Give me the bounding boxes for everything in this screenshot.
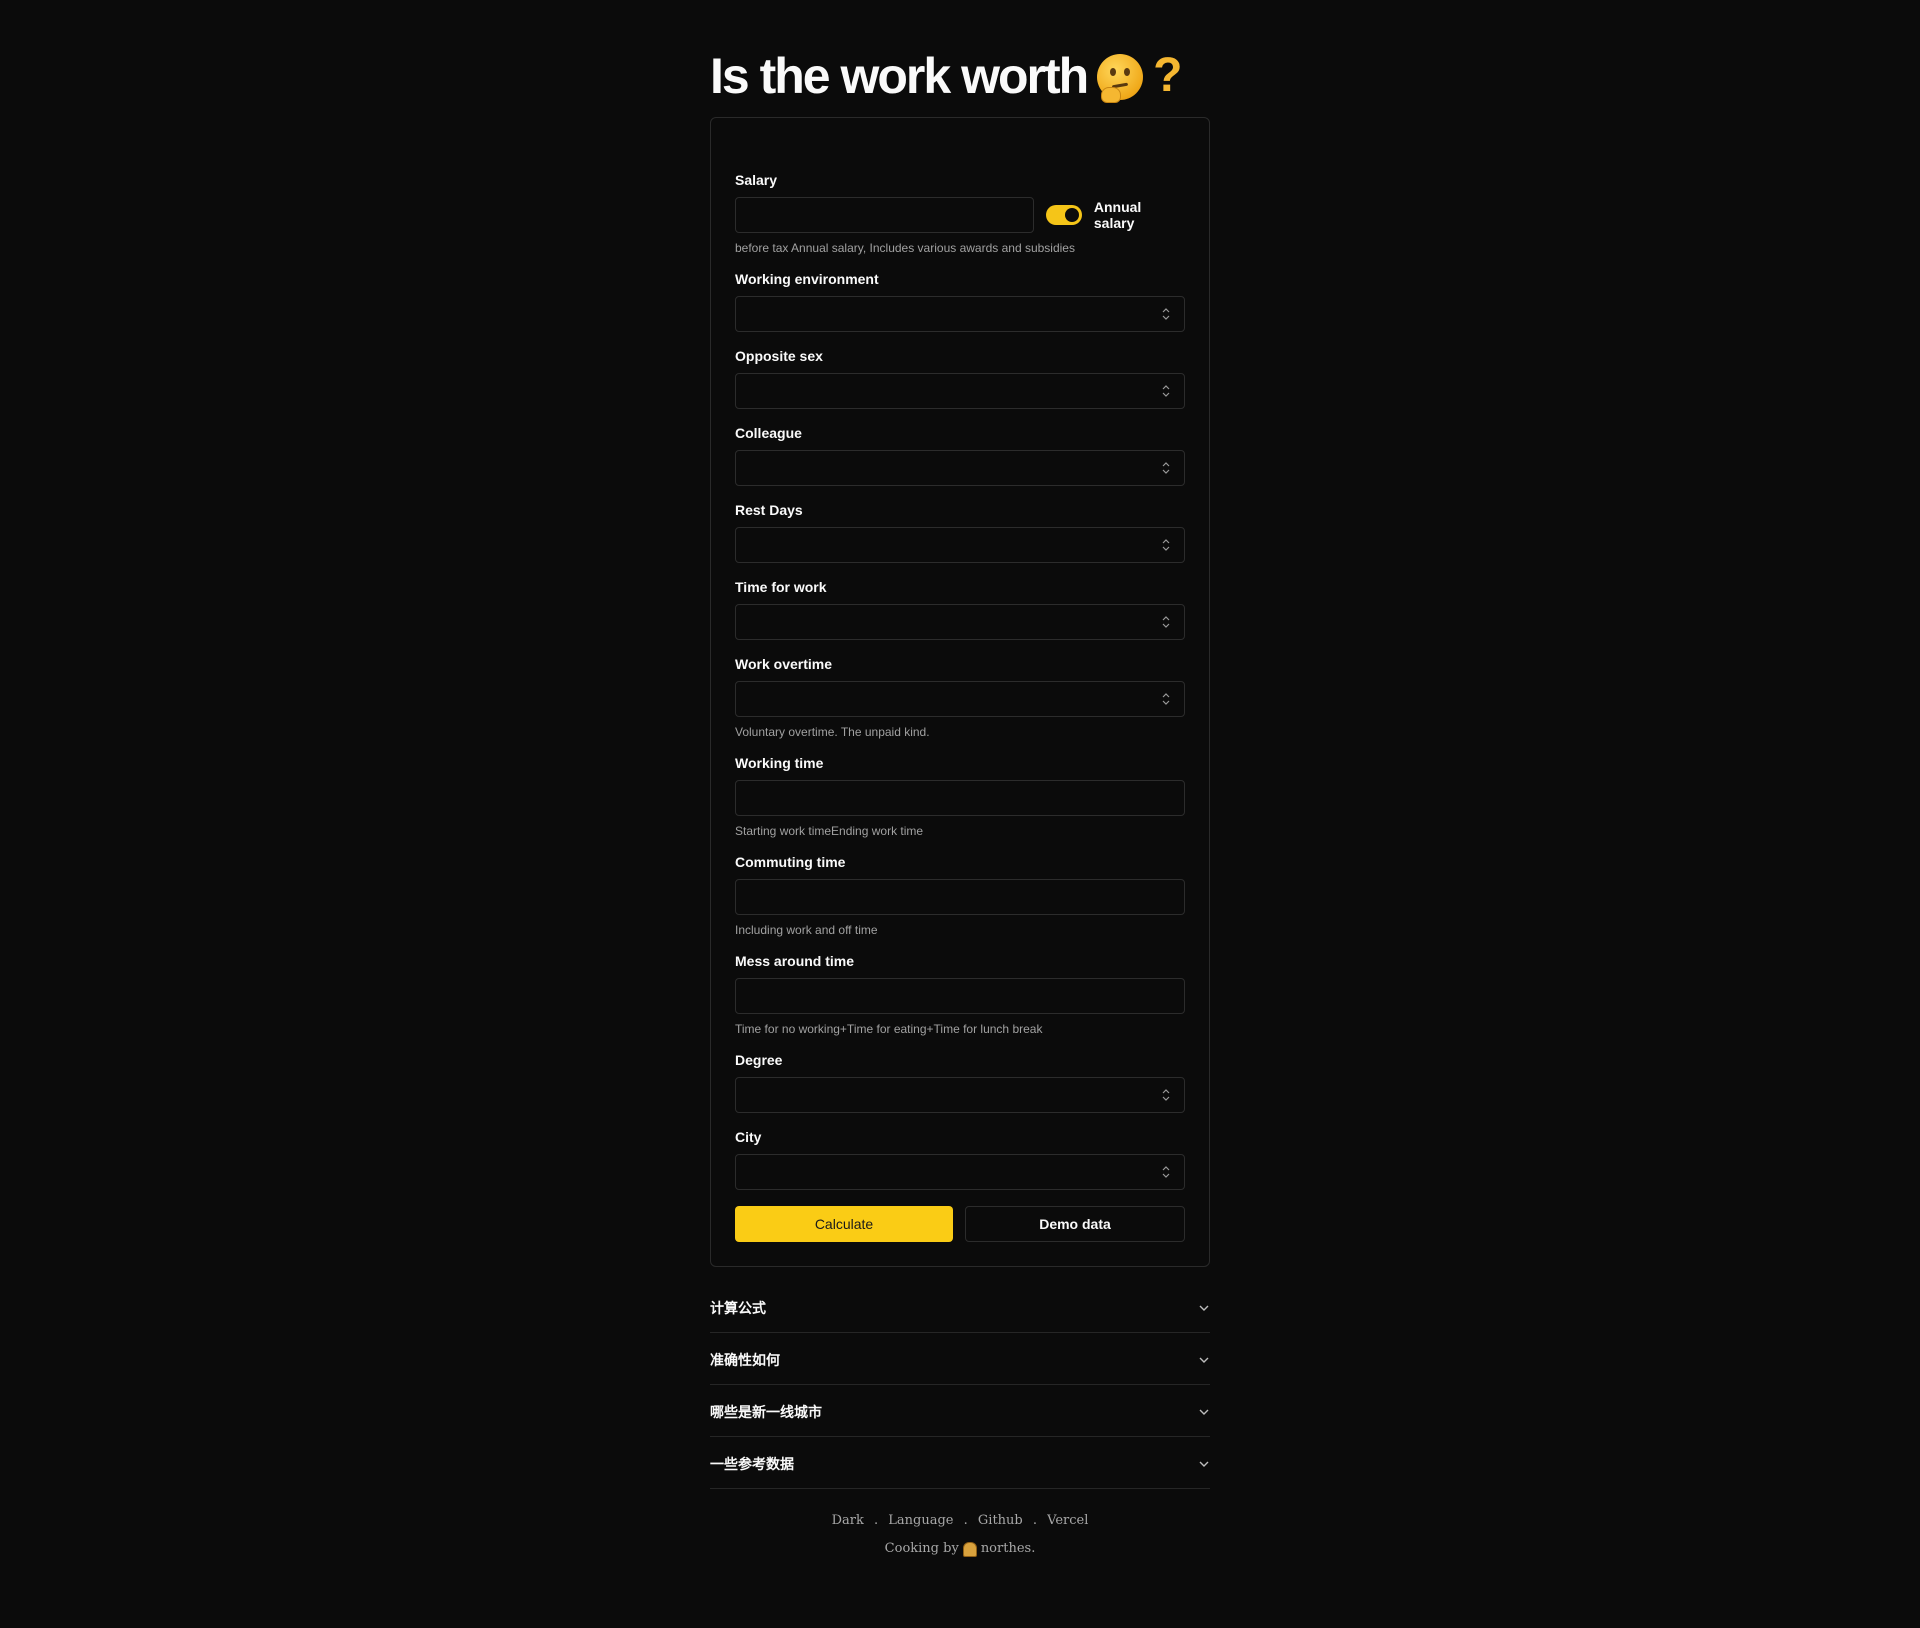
toggle-knob: [1064, 208, 1079, 222]
chevron-up-down-icon: [1162, 308, 1170, 320]
chevron-up-down-icon: [1162, 616, 1170, 628]
form-actions: Calculate Demo data: [735, 1206, 1185, 1242]
chevron-down-icon: [1199, 1461, 1209, 1467]
accordion-item-label: 准确性如何: [710, 1351, 780, 1368]
salary-hint: before tax Annual salary, Includes vario…: [735, 241, 1075, 255]
accordion-item-label: 哪些是新一线城市: [710, 1403, 822, 1420]
chevron-up-down-icon: [1162, 693, 1170, 705]
chevron-up-down-icon: [1162, 539, 1170, 551]
worth-form: Salary Annual salary before tax Annual s…: [710, 117, 1210, 1267]
time-for-work-field: Time for work: [735, 579, 1185, 640]
working-time-hint: Starting work timeEnding work time: [735, 824, 924, 838]
mess-around-time-input[interactable]: [735, 978, 1185, 1014]
time-for-work-select[interactable]: [735, 604, 1185, 640]
chevron-up-down-icon: [1162, 385, 1170, 397]
salary-label: Salary: [735, 172, 778, 188]
work-overtime-select[interactable]: [735, 681, 1185, 717]
opposite-sex-label: Opposite sex: [735, 348, 823, 364]
chevron-down-icon: [1199, 1409, 1209, 1415]
page-title: Is the work worth ?: [710, 0, 1210, 104]
footer-link-language[interactable]: Language: [888, 1513, 953, 1528]
faq-accordion: 计算公式 准确性如何 哪些是新一线城市 一些参考数据: [710, 1281, 1210, 1489]
title-text: Is the work worth: [710, 48, 1089, 104]
opposite-sex-select[interactable]: [735, 373, 1185, 409]
working-environment-label: Working environment: [735, 271, 879, 287]
footer-credit: Cooking by northes.: [710, 1539, 1210, 1559]
cooking-by-text: Cooking by: [884, 1541, 959, 1556]
footer-separator: .: [873, 1513, 879, 1528]
accordion-item-formula[interactable]: 计算公式: [710, 1281, 1210, 1333]
degree-field: Degree: [735, 1052, 1185, 1113]
bread-icon: [962, 1541, 977, 1557]
demo-data-button[interactable]: Demo data: [965, 1206, 1185, 1242]
work-overtime-field: Work overtime Voluntary overtime. The un…: [735, 656, 1185, 739]
accordion-item-label: 一些参考数据: [710, 1455, 794, 1472]
question-mark-icon: ?: [1153, 49, 1183, 102]
commuting-time-field: Commuting time Including work and off ti…: [735, 854, 1185, 937]
degree-label: Degree: [735, 1052, 783, 1068]
annual-salary-toggle[interactable]: [1045, 205, 1082, 225]
city-select[interactable]: [735, 1154, 1185, 1190]
work-overtime-label: Work overtime: [735, 656, 832, 672]
work-overtime-hint: Voluntary overtime. The unpaid kind.: [735, 725, 930, 739]
footer: Dark . Language . Github . Vercel Cookin…: [710, 1511, 1210, 1559]
working-environment-select[interactable]: [735, 296, 1185, 332]
city-field: City: [735, 1129, 1185, 1190]
chevron-up-down-icon: [1162, 1166, 1170, 1178]
working-time-label: Working time: [735, 755, 824, 771]
footer-link-github[interactable]: Github: [978, 1513, 1023, 1528]
accordion-item-new-tier1-cities[interactable]: 哪些是新一线城市: [710, 1385, 1210, 1437]
colleague-label: Colleague: [735, 425, 802, 441]
rest-days-select[interactable]: [735, 527, 1185, 563]
footer-links: Dark . Language . Github . Vercel: [710, 1511, 1210, 1531]
chevron-down-icon: [1199, 1357, 1209, 1363]
opposite-sex-field: Opposite sex: [735, 348, 1185, 409]
colleague-select[interactable]: [735, 450, 1185, 486]
commuting-time-label: Commuting time: [735, 854, 846, 870]
colleague-field: Colleague: [735, 425, 1185, 486]
chevron-up-down-icon: [1162, 462, 1170, 474]
footer-separator: .: [963, 1513, 968, 1528]
calculate-button[interactable]: Calculate: [735, 1206, 953, 1242]
working-time-input[interactable]: [735, 780, 1185, 816]
salary-field: Salary Annual salary before tax Annual s…: [735, 172, 1185, 255]
mess-around-time-label: Mess around time: [735, 953, 855, 969]
accordion-item-label: 计算公式: [710, 1299, 766, 1316]
author-link[interactable]: northes.: [981, 1539, 1036, 1559]
degree-select[interactable]: [735, 1077, 1185, 1113]
footer-link-dark[interactable]: Dark: [832, 1513, 864, 1528]
footer-link-vercel[interactable]: Vercel: [1047, 1513, 1088, 1528]
thinking-face-icon: [1097, 54, 1144, 103]
annual-salary-label: Annual salary: [1093, 199, 1142, 231]
accordion-item-accuracy[interactable]: 准确性如何: [710, 1333, 1210, 1385]
working-time-field: Working time Starting work timeEnding wo…: [735, 755, 1185, 838]
salary-input[interactable]: [735, 197, 1034, 233]
accordion-item-reference-data[interactable]: 一些参考数据: [710, 1437, 1210, 1489]
commuting-time-input[interactable]: [735, 879, 1185, 915]
page: Is the work worth ? Salary Annual salary…: [710, 0, 1210, 1559]
chevron-down-icon: [1199, 1305, 1209, 1311]
rest-days-label: Rest Days: [735, 502, 803, 518]
commuting-time-hint: Including work and off time: [735, 923, 878, 937]
time-for-work-label: Time for work: [735, 579, 827, 595]
city-label: City: [735, 1129, 762, 1145]
mess-around-time-hint: Time for no working+Time for eating+Time…: [735, 1022, 1043, 1036]
rest-days-field: Rest Days: [735, 502, 1185, 563]
working-environment-field: Working environment: [735, 271, 1185, 332]
mess-around-time-field: Mess around time Time for no working+Tim…: [735, 953, 1185, 1036]
chevron-up-down-icon: [1162, 1089, 1170, 1101]
footer-separator: .: [1032, 1513, 1038, 1528]
